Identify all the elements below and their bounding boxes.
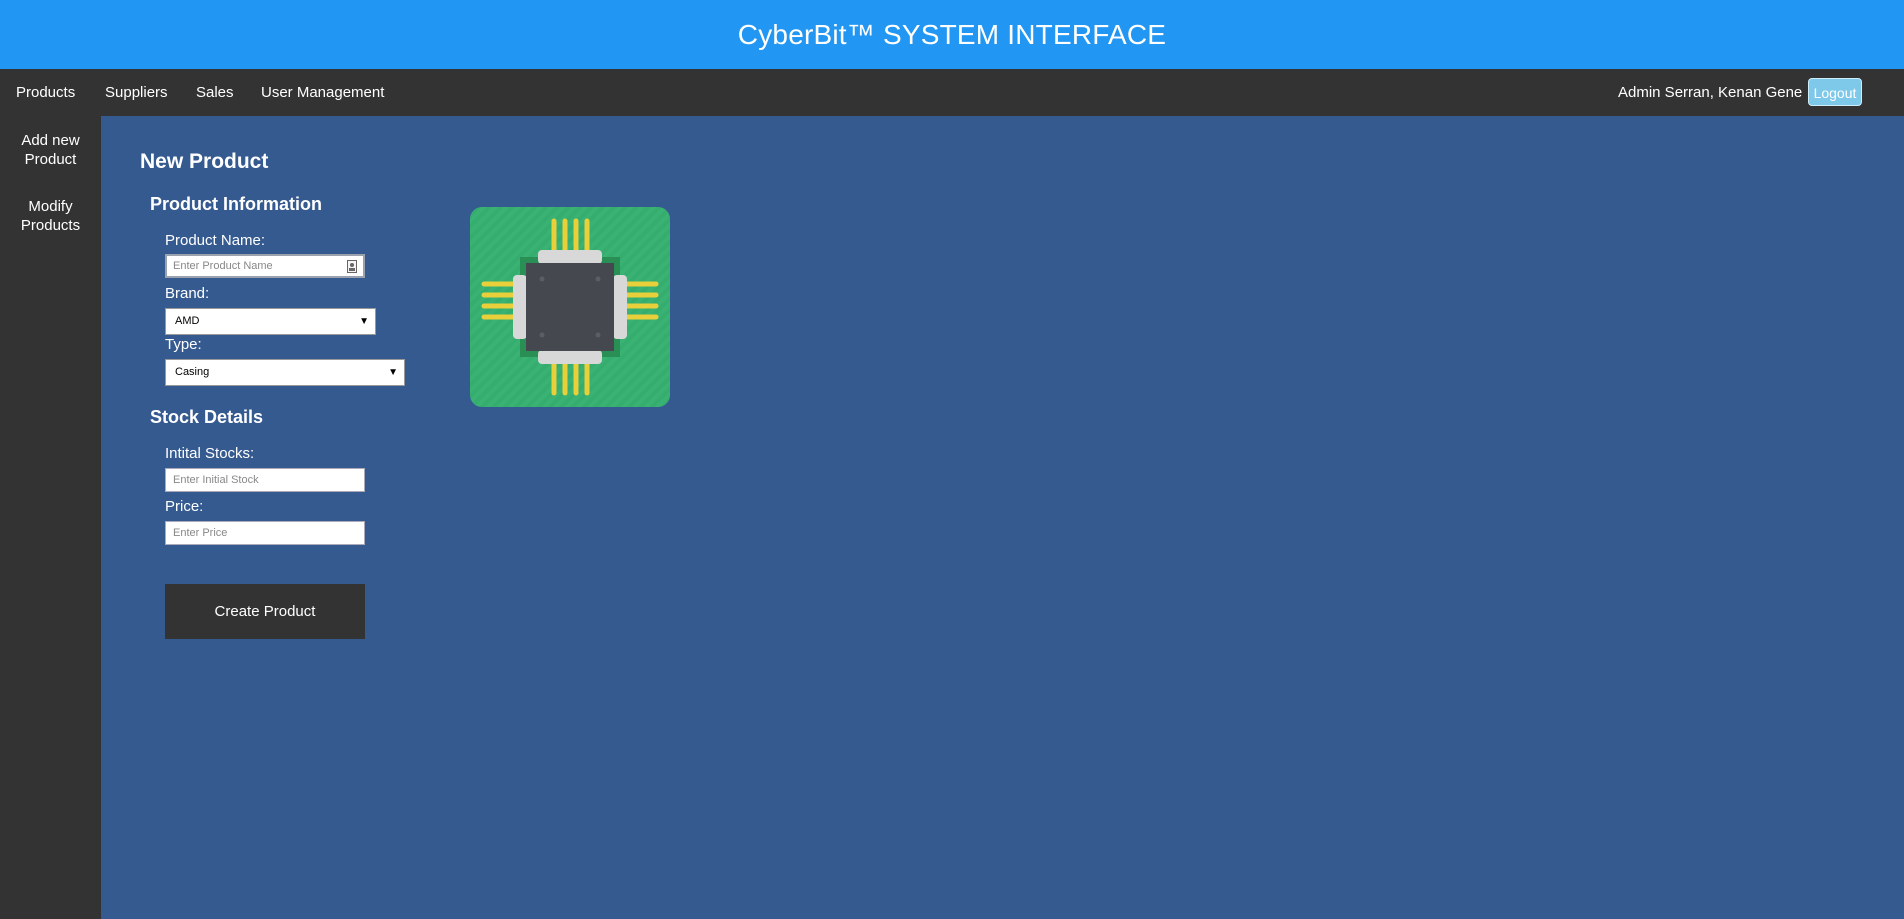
initial-stocks-label: Intital Stocks: (165, 445, 255, 462)
product-name-label: Product Name: (165, 232, 266, 249)
stock-details-heading: Stock Details (150, 407, 264, 427)
top-header: CyberBit™ SYSTEM INTERFACE (0, 0, 1904, 69)
price-input[interactable]: Enter Price (165, 521, 365, 545)
sidebar-item-label: Modify (28, 198, 73, 215)
nav-products[interactable]: Products (16, 69, 75, 116)
sidebar-item-modify-products[interactable]: Modify Products (0, 197, 101, 235)
brand-select[interactable]: AMD ▼ (165, 308, 376, 335)
sidebar-item-add-new-product[interactable]: Add new Product (0, 131, 101, 169)
cpu-chip-icon (470, 207, 670, 407)
contact-card-icon[interactable] (347, 260, 357, 273)
create-product-button[interactable]: Create Product (165, 584, 365, 639)
initial-stock-input[interactable]: Enter Initial Stock (165, 468, 365, 492)
brand-label: Brand: (165, 285, 210, 302)
nav-suppliers[interactable]: Suppliers (105, 69, 168, 116)
initial-stock-placeholder: Enter Initial Stock (173, 474, 259, 486)
chevron-down-icon: ▼ (359, 316, 369, 327)
type-select[interactable]: Casing ▼ (165, 359, 405, 386)
main-nav-bar: Products Suppliers Sales User Management… (0, 69, 1904, 116)
price-label: Price: (165, 498, 204, 515)
type-label: Type: (165, 336, 202, 353)
product-information-heading: Product Information (150, 194, 322, 214)
current-user-name: Admin Serran, Kenan Gene (1618, 84, 1803, 101)
type-select-value: Casing (175, 366, 210, 378)
product-name-placeholder: Enter Product Name (173, 260, 273, 272)
brand-select-value: AMD (175, 315, 200, 327)
app-title: CyberBit™ SYSTEM INTERFACE (737, 18, 1167, 50)
chevron-down-icon: ▼ (388, 367, 398, 378)
page-title: New Product (140, 150, 269, 173)
sidebar-item-label: Product (24, 151, 77, 168)
logout-button[interactable]: Logout (1808, 78, 1862, 106)
sidebar-item-label: Add new (21, 132, 80, 149)
nav-user-management[interactable]: User Management (261, 69, 384, 116)
product-name-input[interactable]: Enter Product Name (165, 254, 365, 278)
nav-sales[interactable]: Sales (196, 69, 234, 116)
sidebar-item-label: Products (20, 217, 81, 234)
sidebar: Add new Product Modify Products (0, 116, 101, 919)
price-placeholder: Enter Price (173, 527, 228, 539)
